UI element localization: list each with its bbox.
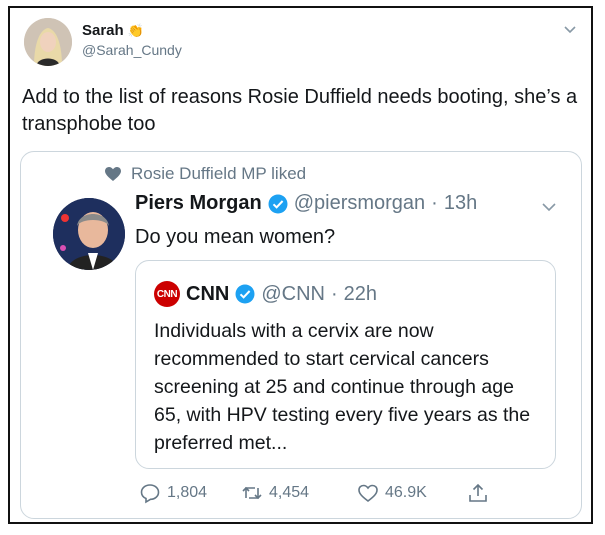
share-button[interactable] (467, 482, 489, 504)
avatar[interactable] (53, 198, 125, 270)
verified-badge-icon (268, 194, 288, 213)
reply-count: 1,804 (167, 484, 208, 501)
author-handle[interactable]: @Sarah_Cundy (82, 42, 182, 58)
like-button[interactable]: 46.9K (357, 482, 427, 504)
nested-author-name[interactable]: CNN (186, 283, 229, 306)
cnn-logo-icon[interactable]: CNN (154, 281, 180, 307)
nested-tweet-text: Individuals with a cervix are now recomm… (154, 320, 531, 454)
reply-icon (140, 484, 160, 504)
tweet-text: Add to the list of reasons Rosie Duffiel… (22, 86, 578, 135)
author-name-row[interactable]: Sarah 👏 (82, 22, 182, 39)
reply-button[interactable]: 1,804 (139, 482, 207, 504)
liked-by-text[interactable]: Rosie Duffield MP liked (131, 164, 306, 184)
tweet-card: Sarah 👏 @Sarah_Cundy Add to the list of … (8, 6, 593, 524)
heart-icon (358, 484, 378, 503)
quoted-tweet-text: Do you mean women? (135, 226, 336, 248)
quoted-author-row: Piers Morgan @piersmorgan · 13h (135, 192, 477, 215)
clap-emoji: 👏 (127, 22, 144, 38)
nested-quoted-tweet[interactable]: CNN CNN @CNN · 22h Individuals with a ce… (135, 260, 556, 469)
nested-tweet-time[interactable]: 22h (344, 283, 377, 306)
retweet-button[interactable]: 4,454 (241, 482, 309, 504)
liked-by-row: Rosie Duffield MP liked (105, 164, 306, 184)
author-name[interactable]: Sarah (82, 22, 124, 39)
nested-author-handle[interactable]: @CNN (261, 283, 325, 306)
author-block: Sarah 👏 @Sarah_Cundy (82, 22, 182, 58)
quoted-tweet-time[interactable]: 13h (444, 192, 477, 215)
quoted-author-handle[interactable]: @piersmorgan (294, 192, 425, 215)
dot-separator: · (330, 282, 338, 305)
action-bar: 1,804 4,454 46.9K (135, 482, 495, 506)
quoted-tweet[interactable]: Rosie Duffield MP liked Piers Morgan @pi… (20, 151, 582, 519)
chevron-down-icon[interactable] (563, 22, 577, 36)
retweet-icon (242, 486, 262, 500)
quoted-author-name[interactable]: Piers Morgan (135, 192, 262, 215)
like-count: 46.9K (385, 484, 427, 501)
verified-badge-icon (235, 284, 255, 304)
dot-separator: · (431, 192, 438, 214)
retweet-count: 4,454 (269, 484, 310, 501)
share-icon (469, 483, 487, 502)
heart-icon (105, 166, 121, 181)
avatar[interactable] (24, 18, 72, 66)
nested-author-row: CNN CNN @CNN · 22h (154, 281, 377, 307)
chevron-down-icon[interactable] (541, 198, 557, 214)
